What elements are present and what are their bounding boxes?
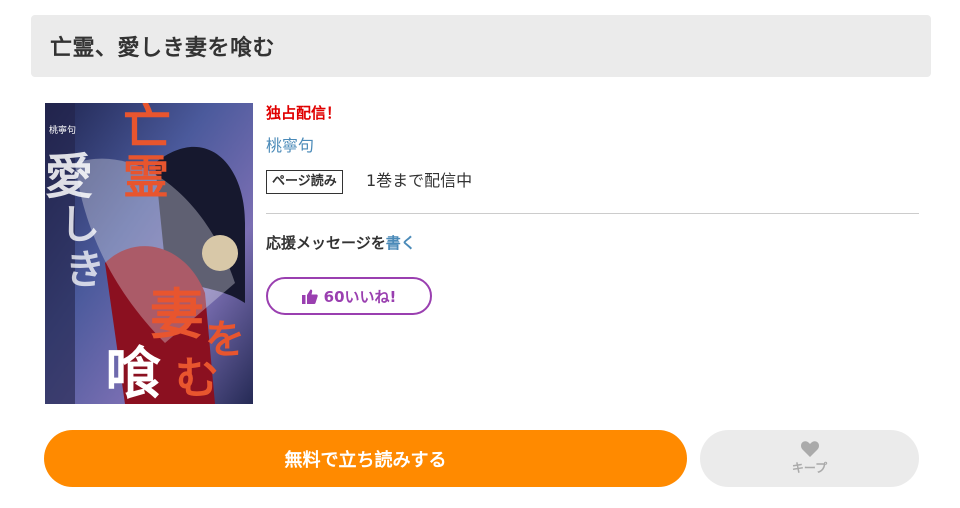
svg-text:愛: 愛 [45,149,93,205]
cover-art: 亡 霊 愛 し き 妻 を 喰 む 桃寧句 [45,103,253,404]
svg-text:妻: 妻 [150,282,204,346]
free-preview-button[interactable]: 無料で立ち読みする [44,430,687,487]
support-message: 応援メッセージを書く [266,232,416,253]
cover-image[interactable]: 亡 霊 愛 し き 妻 を 喰 む 桃寧句 [45,103,253,404]
keep-button[interactable]: キープ [700,430,919,487]
keep-label: キープ [791,461,828,475]
page-title: 亡霊、愛しき妻を喰む [50,36,276,61]
like-count-label: 60いいね! [323,287,397,306]
svg-text:き: き [65,246,105,293]
free-preview-label: 無料で立ち読みする [284,449,447,471]
cover-author: 桃寧句 [49,124,76,136]
like-button[interactable]: 60いいね! [266,277,432,315]
support-text: 応援メッセージを [266,234,386,252]
write-message-link[interactable]: 書く [386,234,416,252]
svg-text:喰: 喰 [105,341,161,404]
svg-text:む: む [175,353,219,404]
divider [266,213,919,214]
title-bar: 亡霊、愛しき妻を喰む [31,15,931,77]
author-link[interactable]: 桃寧句 [266,132,314,156]
availability-text: 1巻まで配信中 [366,171,473,190]
thumbs-up-icon [301,289,318,304]
svg-text:亡: 亡 [123,103,171,155]
heart-icon [800,441,819,457]
svg-text:霊: 霊 [123,150,169,204]
format-badge: ページ読み [266,170,343,194]
svg-text:し: し [60,201,100,248]
exclusive-label: 独占配信！ [266,104,342,122]
